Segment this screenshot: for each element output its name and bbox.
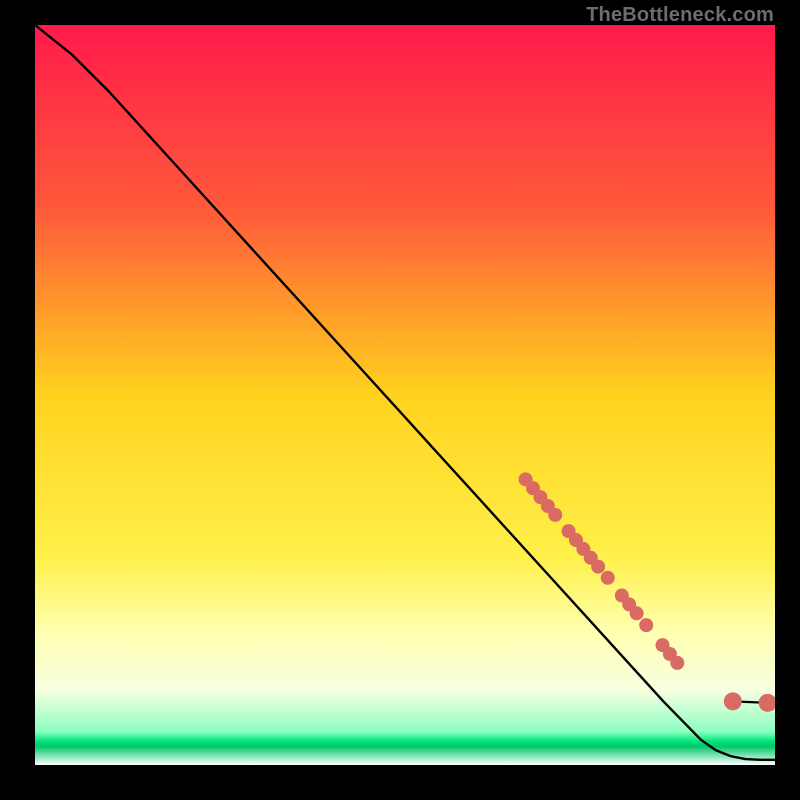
- marker-point: [724, 692, 742, 710]
- chart-frame: TheBottleneck.com: [0, 0, 800, 800]
- marker-point: [548, 508, 562, 522]
- chart-svg: [35, 25, 775, 765]
- marker-point: [591, 560, 605, 574]
- attribution-label: TheBottleneck.com: [586, 4, 774, 27]
- marker-point: [670, 656, 684, 670]
- plot-area: [35, 25, 775, 765]
- marker-point: [630, 606, 644, 620]
- marker-point: [601, 571, 615, 585]
- marker-point: [639, 618, 653, 632]
